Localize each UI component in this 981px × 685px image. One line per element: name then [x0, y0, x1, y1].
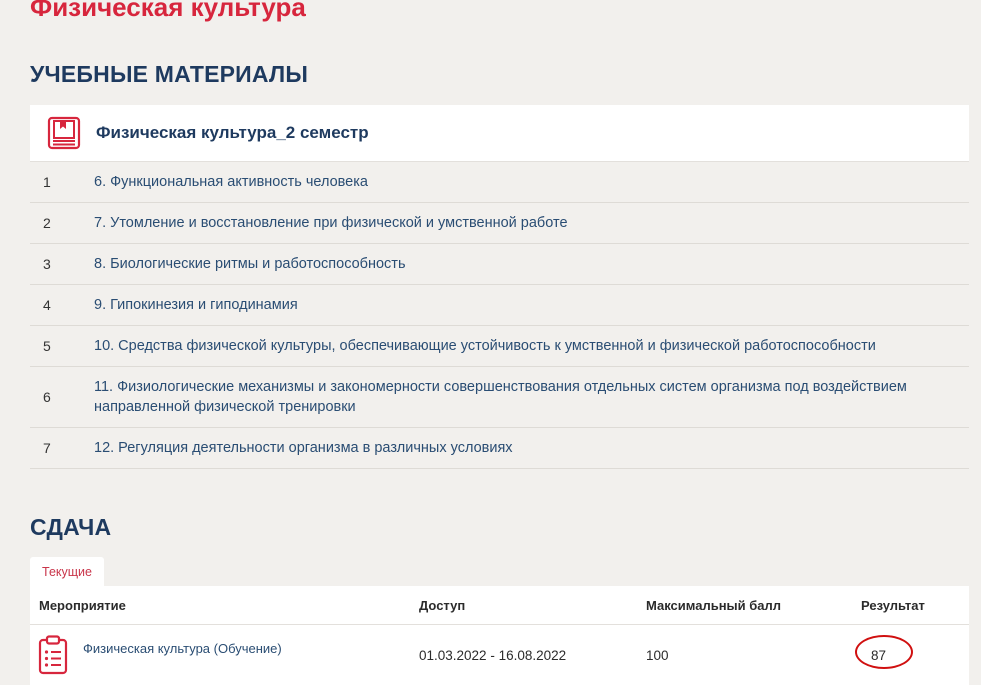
event-link[interactable]: Физическая культура (Обучение): [83, 641, 282, 656]
result-cell: 87: [855, 634, 969, 669]
lesson-link[interactable]: 10. Средства физической культуры, обеспе…: [94, 336, 876, 356]
submission-table: Мероприятие Доступ Максимальный балл Рез…: [30, 586, 969, 685]
column-header-access: Доступ: [419, 597, 466, 613]
lesson-row: 1 6. Функциональная активность человека: [30, 162, 969, 203]
lesson-number: 3: [43, 256, 51, 272]
lesson-link[interactable]: 12. Регуляция деятельности организма в р…: [94, 438, 513, 458]
lesson-number: 5: [43, 338, 51, 354]
lesson-number: 1: [43, 174, 51, 190]
lesson-row: 4 9. Гипокинезия и гиподинамия: [30, 285, 969, 326]
lesson-link[interactable]: 6. Функциональная активность человека: [94, 172, 368, 192]
column-header-result: Результат: [861, 597, 925, 613]
lesson-link[interactable]: 11. Физиологические механизмы и закономе…: [94, 377, 914, 417]
clipboard-list-icon: [36, 635, 70, 675]
lesson-row: 7 12. Регуляция деятельности организма в…: [30, 428, 969, 469]
lesson-row: 5 10. Средства физической культуры, обес…: [30, 326, 969, 367]
result-wrap: 87: [855, 634, 913, 669]
lesson-number: 2: [43, 215, 51, 231]
lesson-link[interactable]: 7. Утомление и восстановление при физиче…: [94, 213, 568, 233]
red-circle-annotation: [855, 634, 913, 669]
lesson-number: 4: [43, 297, 51, 313]
materials-card: Физическая культура_2 семестр 1 6. Функц…: [30, 105, 969, 469]
materials-card-title: Физическая культура_2 семестр: [96, 123, 369, 142]
submission-heading: СДАЧА: [30, 514, 112, 540]
lesson-row: 6 11. Физиологические механизмы и законо…: [30, 367, 969, 428]
lesson-number: 7: [43, 440, 51, 456]
max-score: 100: [646, 647, 669, 663]
column-header-max-score: Максимальный балл: [646, 597, 782, 613]
lesson-number: 6: [43, 389, 51, 405]
book-icon: [46, 115, 82, 151]
table-header: Мероприятие Доступ Максимальный балл Рез…: [30, 586, 969, 625]
event-cell: Физическая культура (Обучение): [30, 635, 419, 675]
tab-current[interactable]: Текущие: [30, 557, 104, 587]
column-header-event: Мероприятие: [39, 597, 126, 613]
lesson-link[interactable]: 9. Гипокинезия и гиподинамия: [94, 295, 298, 315]
lesson-link[interactable]: 8. Биологические ритмы и работоспособнос…: [94, 254, 406, 274]
lesson-row: 2 7. Утомление и восстановление при физи…: [30, 203, 969, 244]
materials-heading: УЧЕБНЫЕ МАТЕРИАЛЫ: [30, 61, 309, 87]
course-title: Физическая культура: [30, 0, 306, 22]
table-row: Физическая культура (Обучение) 01.03.202…: [30, 625, 969, 685]
materials-card-header: Физическая культура_2 семестр: [30, 105, 969, 162]
lesson-row: 3 8. Биологические ритмы и работоспособн…: [30, 244, 969, 285]
access-period: 01.03.2022 - 16.08.2022: [419, 647, 567, 663]
